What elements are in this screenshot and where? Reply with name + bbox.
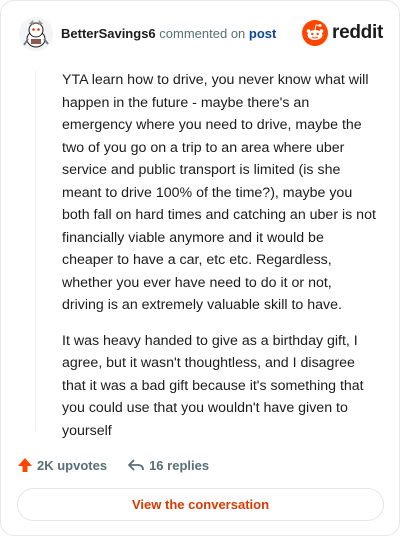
username-link[interactable]: BetterSavings6 (61, 26, 156, 41)
comment-body: YTA learn how to drive, you never know w… (62, 69, 377, 455)
reply-arrow-icon (128, 459, 144, 471)
reddit-brand[interactable]: reddit (302, 19, 383, 47)
post-link[interactable]: post (249, 26, 276, 41)
upvotes-count: 2K upvotes (37, 457, 108, 473)
comment-byline: BetterSavings6 commented on post (61, 26, 276, 41)
reddit-logo-icon (302, 20, 329, 46)
thread-line (35, 71, 36, 431)
view-conversation-button[interactable]: View the conversation (17, 488, 384, 521)
comment-card: BetterSavings6 commented on post reddit … (0, 0, 400, 536)
comment-header: BetterSavings6 commented on post reddit (15, 15, 385, 55)
snoo-avatar-icon[interactable] (19, 17, 53, 51)
comment-paragraph: It was heavy handed to give as a birthda… (62, 332, 364, 439)
action-text: commented on (159, 26, 246, 41)
upvote-arrow-icon (18, 458, 32, 472)
replies-stat[interactable]: 16 replies (127, 457, 209, 473)
comment-paragraph: YTA learn how to drive, you never know w… (62, 72, 376, 313)
reddit-wordmark: reddit (332, 22, 383, 43)
comment-stats: 2K upvotes 16 replies (17, 454, 229, 476)
upvotes-stat[interactable]: 2K upvotes (17, 457, 107, 473)
replies-count: 16 replies (149, 457, 210, 473)
